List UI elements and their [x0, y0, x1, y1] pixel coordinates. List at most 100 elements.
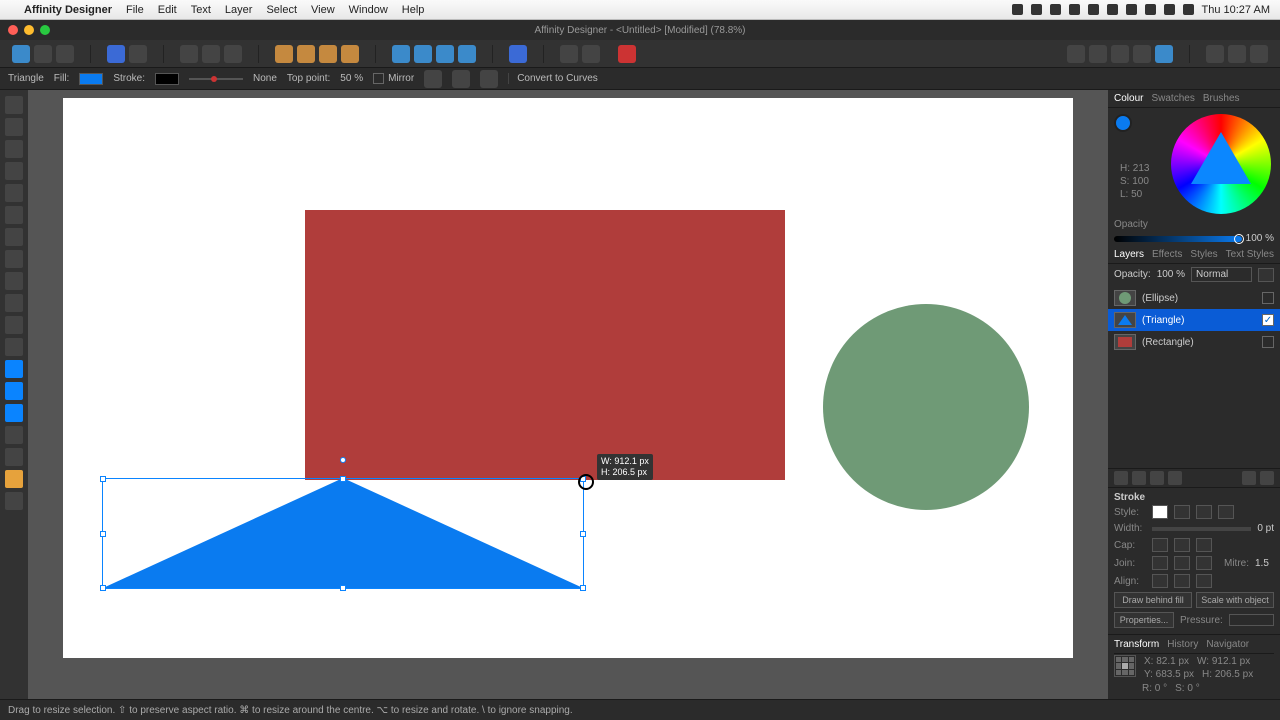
tray-icon[interactable]: [1031, 4, 1042, 15]
menu-help[interactable]: Help: [402, 4, 425, 16]
opacity-slider[interactable]: [1114, 236, 1242, 242]
stroke-style-none-icon[interactable]: [1152, 505, 1168, 519]
tab-history[interactable]: History: [1167, 639, 1198, 650]
tab-transform[interactable]: Transform: [1114, 639, 1159, 650]
frame-text-tool-icon[interactable]: [5, 448, 23, 466]
hide-selection-icon[interactable]: [480, 70, 498, 88]
text-tool-icon[interactable]: [5, 426, 23, 444]
layer-row[interactable]: (Ellipse): [1108, 287, 1280, 309]
lock-icon[interactable]: [560, 45, 578, 63]
align-center-icon[interactable]: [202, 45, 220, 63]
order-back-icon[interactable]: [341, 45, 359, 63]
grid-icon[interactable]: [129, 45, 147, 63]
rotate-ccw-icon[interactable]: [436, 45, 454, 63]
cycle-selection-icon[interactable]: [452, 70, 470, 88]
canvas-area[interactable]: W: 912.1 px H: 206.5 px: [28, 90, 1108, 699]
join-bevel-icon[interactable]: [1196, 556, 1212, 570]
delete-layer-icon[interactable]: [1260, 471, 1274, 485]
menu-file[interactable]: File: [126, 4, 144, 16]
pen-tool-icon[interactable]: [5, 184, 23, 202]
top-point-value[interactable]: 50 %: [340, 73, 363, 84]
stroke-style-solid-icon[interactable]: [1174, 505, 1190, 519]
join-round-icon[interactable]: [1174, 556, 1190, 570]
account-icon[interactable]: [1228, 45, 1246, 63]
clock[interactable]: Thu 10:27 AM: [1202, 4, 1271, 16]
place-tool-icon[interactable]: [5, 294, 23, 312]
persona-export-icon[interactable]: [56, 45, 74, 63]
stroke-width-value[interactable]: 0 pt: [1257, 523, 1274, 534]
pressure-curve[interactable]: [1229, 614, 1274, 626]
order-backward-icon[interactable]: [319, 45, 337, 63]
transform-origin-icon[interactable]: [424, 70, 442, 88]
boolean-combine-icon[interactable]: [1155, 45, 1173, 63]
app-name[interactable]: Affinity Designer: [24, 4, 112, 16]
canvas[interactable]: W: 912.1 px H: 206.5 px: [63, 98, 1073, 658]
rectangle-shape[interactable]: [305, 210, 785, 480]
effects-icon[interactable]: [1114, 471, 1128, 485]
pan-tool-icon[interactable]: [5, 470, 23, 488]
order-forward-icon[interactable]: [297, 45, 315, 63]
convert-curves-button[interactable]: Convert to Curves: [517, 73, 598, 84]
properties-button[interactable]: Properties...: [1114, 612, 1174, 628]
tab-brushes[interactable]: Brushes: [1203, 93, 1240, 104]
fill-tool-icon[interactable]: [5, 250, 23, 268]
layer-row[interactable]: (Rectangle): [1108, 331, 1280, 353]
persona-pixel-icon[interactable]: [34, 45, 52, 63]
align-center-icon[interactable]: [1152, 574, 1168, 588]
selection-handle[interactable]: [340, 476, 346, 482]
tray-icon[interactable]: [1050, 4, 1061, 15]
unlock-icon[interactable]: [582, 45, 600, 63]
cap-round-icon[interactable]: [1174, 538, 1190, 552]
mask-icon[interactable]: [1150, 471, 1164, 485]
node-tool-icon[interactable]: [5, 140, 23, 158]
wifi-icon[interactable]: [1164, 4, 1175, 15]
tab-layers[interactable]: Layers: [1114, 249, 1144, 260]
tab-text-styles[interactable]: Text Styles: [1226, 249, 1274, 260]
add-layer-icon[interactable]: [1242, 471, 1256, 485]
close-window[interactable]: [8, 25, 18, 35]
tab-colour[interactable]: Colour: [1114, 93, 1143, 104]
help-icon[interactable]: [1250, 45, 1268, 63]
layer-visible-checkbox[interactable]: [1262, 336, 1274, 348]
boolean-add-icon[interactable]: [1067, 45, 1085, 63]
brush-tool-icon[interactable]: [5, 228, 23, 246]
cap-square-icon[interactable]: [1196, 538, 1212, 552]
fill-color-well[interactable]: [1114, 114, 1132, 132]
selection-handle[interactable]: [580, 585, 586, 591]
persona-designer-icon[interactable]: [12, 45, 30, 63]
transform-x[interactable]: X: 82.1 px: [1144, 656, 1189, 667]
tray-icon[interactable]: [1012, 4, 1023, 15]
cap-butt-icon[interactable]: [1152, 538, 1168, 552]
stroke-width-slider[interactable]: [189, 78, 243, 80]
boolean-divide-icon[interactable]: [1133, 45, 1151, 63]
zoom-tool-icon[interactable]: [5, 492, 23, 510]
distribute-icon[interactable]: [509, 45, 527, 63]
selection-handle[interactable]: [580, 531, 586, 537]
boolean-subtract-icon[interactable]: [1089, 45, 1107, 63]
transform-h[interactable]: H: 206.5 px: [1202, 669, 1253, 680]
join-miter-icon[interactable]: [1152, 556, 1168, 570]
tab-effects[interactable]: Effects: [1152, 249, 1182, 260]
minimize-window[interactable]: [24, 25, 34, 35]
color-triangle[interactable]: [1191, 132, 1251, 184]
maximize-window[interactable]: [40, 25, 50, 35]
align-left-icon[interactable]: [180, 45, 198, 63]
transform-s[interactable]: S: 0 °: [1175, 683, 1200, 694]
transform-y[interactable]: Y: 683.5 px: [1144, 669, 1194, 680]
move-tool-icon[interactable]: [5, 96, 23, 114]
selection-handle[interactable]: [100, 531, 106, 537]
layer-opacity-value[interactable]: 100 %: [1157, 269, 1185, 280]
align-outside-icon[interactable]: [1196, 574, 1212, 588]
fill-swatch[interactable]: [79, 73, 103, 85]
triangle-tool-icon[interactable]: [5, 404, 23, 422]
battery-icon[interactable]: [1183, 4, 1194, 15]
boolean-intersect-icon[interactable]: [1111, 45, 1129, 63]
menu-text[interactable]: Text: [191, 4, 211, 16]
tray-icon[interactable]: [1088, 4, 1099, 15]
ellipse-tool-icon[interactable]: [5, 382, 23, 400]
flip-h-icon[interactable]: [392, 45, 410, 63]
transparency-tool-icon[interactable]: [5, 272, 23, 290]
tray-icon[interactable]: [1069, 4, 1080, 15]
corner-tool-icon[interactable]: [5, 162, 23, 180]
rotation-handle[interactable]: [340, 457, 346, 463]
